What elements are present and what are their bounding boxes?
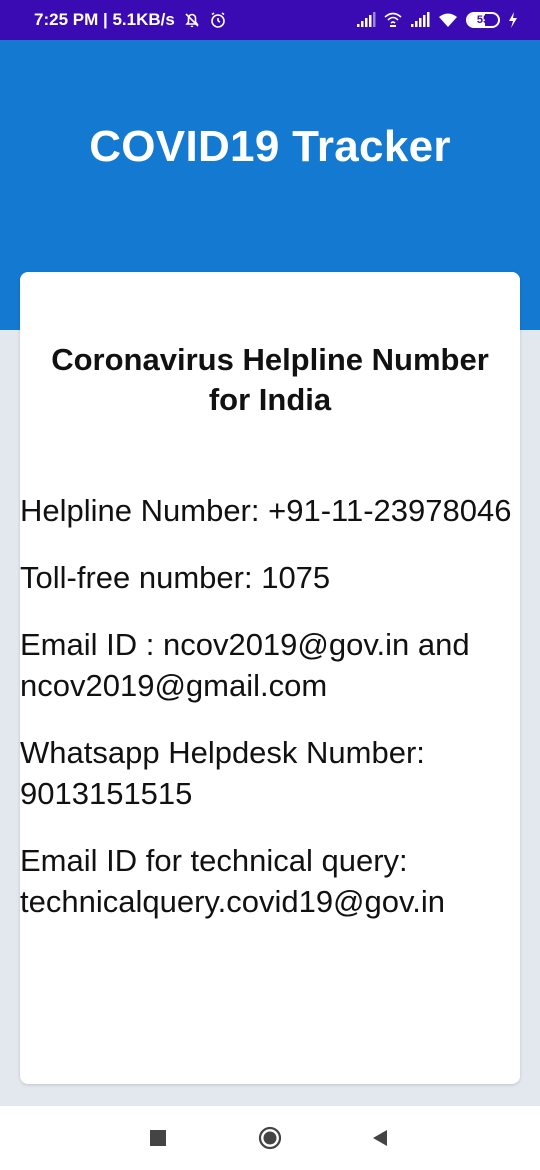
battery-level: 55 <box>476 14 490 26</box>
toll-free-number: Toll-free number: 1075 <box>20 560 331 595</box>
wifi-calling-icon <box>384 12 402 28</box>
signal-icon-1 <box>356 12 376 28</box>
dnd-off-icon <box>183 11 201 29</box>
back-icon[interactable] <box>368 1126 392 1150</box>
status-right: 55 <box>356 12 518 28</box>
card-title: Coronavirus Helpline Number for India <box>51 342 489 417</box>
helpline-number: Helpline Number: +91-11-23978046 <box>20 493 512 528</box>
signal-icon-2 <box>410 12 430 28</box>
screen: 7:25 PM | 5.1KB/s 55 COVID19 Tracker Cor… <box>0 0 540 1170</box>
charging-icon <box>508 12 518 28</box>
alarm-icon <box>209 11 227 29</box>
wifi-icon <box>438 12 458 28</box>
recent-apps-icon[interactable] <box>146 1126 170 1150</box>
helpline-info-list: Helpline Number: +91-11-23978046 Toll-fr… <box>20 490 520 922</box>
helpline-card: Coronavirus Helpline Number for India He… <box>20 272 520 1084</box>
technical-query-email: Email ID for technical query: technicalq… <box>20 843 445 919</box>
status-left: 7:25 PM | 5.1KB/s <box>34 10 227 30</box>
home-icon[interactable] <box>258 1126 282 1150</box>
status-time-speed: 7:25 PM | 5.1KB/s <box>34 10 175 29</box>
battery-icon: 55 <box>466 12 500 28</box>
whatsapp-helpdesk-number: Whatsapp Helpdesk Number: 9013151515 <box>20 735 425 811</box>
email-id: Email ID : ncov2019@gov.in and ncov2019@… <box>20 627 470 703</box>
app-title: COVID19 Tracker <box>89 122 451 171</box>
status-bar: 7:25 PM | 5.1KB/s 55 <box>0 0 540 40</box>
navigation-bar <box>0 1106 540 1170</box>
